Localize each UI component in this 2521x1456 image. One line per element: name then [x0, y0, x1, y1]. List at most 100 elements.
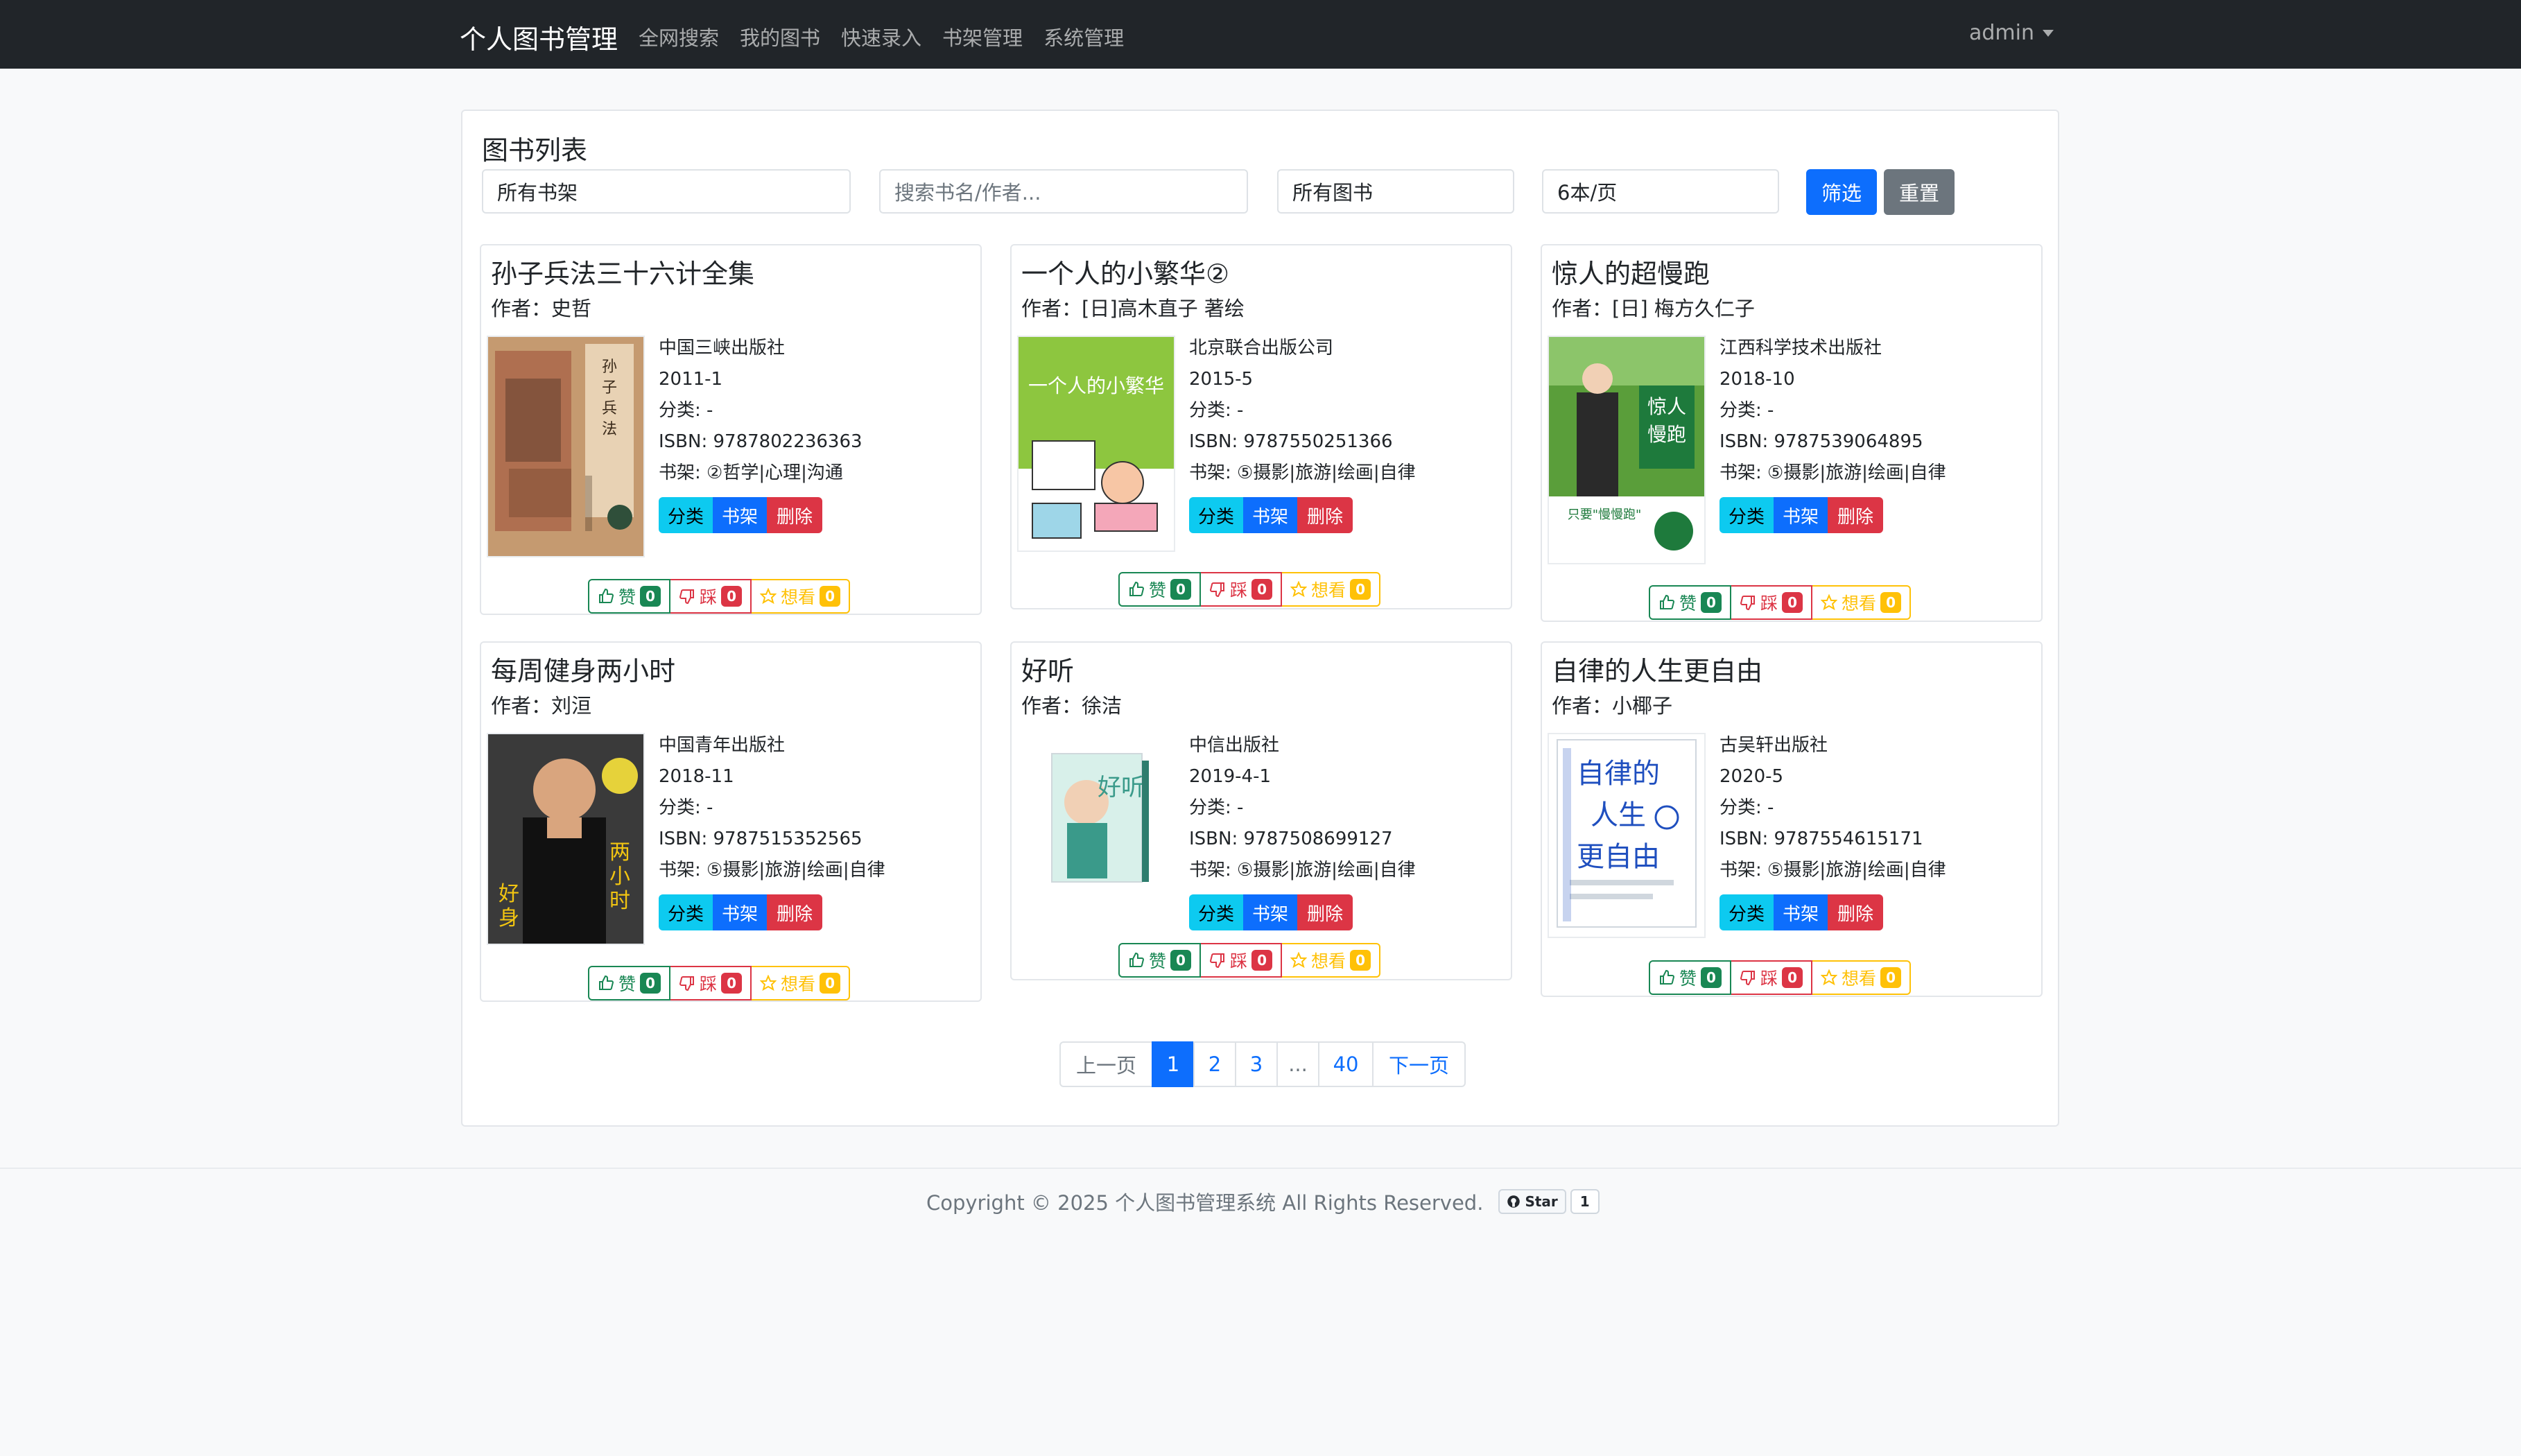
- delete-button[interactable]: 删除: [1297, 497, 1353, 533]
- want-to-read-button[interactable]: 想看 0: [752, 579, 851, 614]
- book-title: 孙子兵法三十六计全集: [491, 259, 755, 289]
- category-button[interactable]: 分类: [659, 894, 713, 930]
- user-menu[interactable]: admin: [1969, 21, 2054, 45]
- shelf-button[interactable]: 书架: [1774, 497, 1828, 533]
- book-cover-image[interactable]: 惊人 慢跑 只要"慢慢跑": [1548, 336, 1706, 564]
- category-button[interactable]: 分类: [1189, 894, 1243, 930]
- svg-text:惊人: 惊人: [1647, 395, 1686, 418]
- book-cover-image[interactable]: 好 身 两 小 时: [487, 733, 645, 945]
- like-count: 0: [1170, 950, 1192, 971]
- category-button[interactable]: 分类: [1719, 497, 1774, 533]
- nav-link-quick-entry[interactable]: 快速录入: [841, 22, 921, 51]
- delete-button[interactable]: 删除: [767, 497, 822, 533]
- prev-page-button[interactable]: 上一页: [1059, 1041, 1154, 1087]
- book-isbn: ISBN: 9787802236363: [659, 431, 863, 452]
- book-cover-image[interactable]: 一个人的小繁华: [1017, 336, 1175, 552]
- vote-group: 赞 0 踩 0 想看 0: [588, 579, 851, 614]
- delete-button[interactable]: 删除: [1828, 894, 1883, 930]
- delete-button[interactable]: 删除: [1297, 894, 1353, 930]
- page-2-button[interactable]: 2: [1193, 1041, 1237, 1087]
- page-1-button[interactable]: 1: [1152, 1041, 1195, 1087]
- svg-text:法: 法: [602, 421, 617, 438]
- shelf-button[interactable]: 书架: [1243, 894, 1297, 930]
- reset-button[interactable]: 重置: [1884, 169, 1955, 215]
- book-title: 一个人的小繁华②: [1021, 259, 1230, 289]
- book-cover-image[interactable]: 好听: [1017, 733, 1172, 901]
- book-card: 惊人的超慢跑 作者：[日] 梅方久仁子 惊人 慢跑 只要"慢慢跑" 江西科学技术…: [1541, 244, 2043, 622]
- star-icon: [1821, 594, 1838, 611]
- shelf-button[interactable]: 书架: [1774, 894, 1828, 930]
- thumbs-up-icon: [1129, 581, 1145, 596]
- want-label: 想看: [1842, 593, 1877, 614]
- svg-text:时: 时: [609, 889, 630, 913]
- like-button[interactable]: 赞 0: [588, 966, 671, 1000]
- category-button[interactable]: 分类: [659, 497, 713, 533]
- book-title: 惊人的超慢跑: [1552, 259, 1710, 289]
- dislike-label: 踩: [700, 974, 718, 994]
- shelf-button[interactable]: 书架: [713, 894, 767, 930]
- svg-text:一个人的小繁华: 一个人的小繁华: [1028, 374, 1164, 397]
- like-button[interactable]: 赞 0: [1118, 572, 1202, 607]
- book-card: 每周健身两小时 作者：刘洹 好 身 两 小 时 中国青年出版社 2018-11 …: [480, 641, 982, 1002]
- search-input[interactable]: 搜索书名/作者...: [879, 169, 1248, 214]
- dislike-button[interactable]: 踩 0: [1201, 572, 1283, 607]
- book-info: 北京联合出版公司 2015-5 分类: - ISBN: 978755025136…: [1189, 333, 1416, 489]
- book-info: 中信出版社 2019-4-1 分类: - ISBN: 9787508699127…: [1189, 730, 1416, 886]
- page-40-button[interactable]: 40: [1318, 1041, 1374, 1087]
- dislike-button[interactable]: 踩 0: [1731, 960, 1813, 995]
- like-button[interactable]: 赞 0: [1118, 943, 1202, 978]
- svg-text:身: 身: [499, 906, 519, 930]
- shelf-filter-select[interactable]: 所有书架: [482, 169, 851, 214]
- want-count: 0: [1880, 967, 1902, 988]
- dislike-button[interactable]: 踩 0: [670, 579, 752, 614]
- book-shelf: 书架: ⑤摄影|旅游|绘画|自律: [1719, 462, 1946, 483]
- navbar-brand[interactable]: 个人图书管理: [460, 18, 618, 56]
- book-cover-image[interactable]: 孙 子 兵 法: [487, 336, 645, 557]
- nav-link-my-books[interactable]: 我的图书: [740, 22, 820, 51]
- book-cover-image[interactable]: 自律的 人生 更自由: [1548, 733, 1706, 938]
- next-page-button[interactable]: 下一页: [1372, 1041, 1466, 1087]
- scope-filter-select[interactable]: 所有图书: [1277, 169, 1514, 214]
- category-button[interactable]: 分类: [1719, 894, 1774, 930]
- want-to-read-button[interactable]: 想看 0: [1282, 943, 1381, 978]
- dislike-label: 踩: [700, 587, 718, 607]
- book-date: 2018-10: [1719, 369, 1795, 390]
- category-button[interactable]: 分类: [1189, 497, 1243, 533]
- svg-text:孙: 孙: [602, 358, 617, 376]
- book-isbn: ISBN: 9787539064895: [1719, 431, 1923, 452]
- like-label: 赞: [1149, 951, 1167, 971]
- dislike-count: 0: [1251, 950, 1273, 971]
- delete-button[interactable]: 删除: [1828, 497, 1883, 533]
- book-isbn: ISBN: 9787508699127: [1189, 829, 1393, 849]
- dislike-button[interactable]: 踩 0: [1731, 585, 1813, 620]
- per-page-select[interactable]: 6本/页: [1542, 169, 1779, 214]
- github-star-count[interactable]: 1: [1570, 1189, 1600, 1214]
- vote-group: 赞 0 踩 0 想看 0: [1118, 572, 1381, 607]
- like-button[interactable]: 赞 0: [1649, 585, 1732, 620]
- dislike-button[interactable]: 踩 0: [1201, 943, 1283, 978]
- want-to-read-button[interactable]: 想看 0: [1812, 960, 1912, 995]
- nav-link-system-management[interactable]: 系统管理: [1043, 22, 1124, 51]
- want-to-read-button[interactable]: 想看 0: [752, 966, 851, 1000]
- shelf-button[interactable]: 书架: [1243, 497, 1297, 533]
- star-icon: [760, 588, 777, 605]
- thumbs-down-icon: [1740, 596, 1756, 611]
- book-author: 作者：刘洹: [491, 694, 592, 718]
- dislike-label: 踩: [1760, 969, 1778, 989]
- github-star-button[interactable]: Star: [1498, 1189, 1566, 1214]
- nav-link-shelf-management[interactable]: 书架管理: [942, 22, 1023, 51]
- like-button[interactable]: 赞 0: [1649, 960, 1732, 995]
- star-icon: [1821, 969, 1838, 986]
- shelf-button[interactable]: 书架: [713, 497, 767, 533]
- want-to-read-button[interactable]: 想看 0: [1282, 572, 1381, 607]
- dislike-button[interactable]: 踩 0: [670, 966, 752, 1000]
- want-to-read-button[interactable]: 想看 0: [1812, 585, 1912, 620]
- page-3-button[interactable]: 3: [1235, 1041, 1279, 1087]
- dislike-count: 0: [721, 586, 743, 607]
- like-button[interactable]: 赞 0: [588, 579, 671, 614]
- nav-link-web-search[interactable]: 全网搜索: [639, 22, 719, 51]
- want-count: 0: [1880, 592, 1902, 613]
- filter-button[interactable]: 筛选: [1806, 169, 1877, 215]
- svg-text:两: 两: [609, 840, 630, 865]
- delete-button[interactable]: 删除: [767, 894, 822, 930]
